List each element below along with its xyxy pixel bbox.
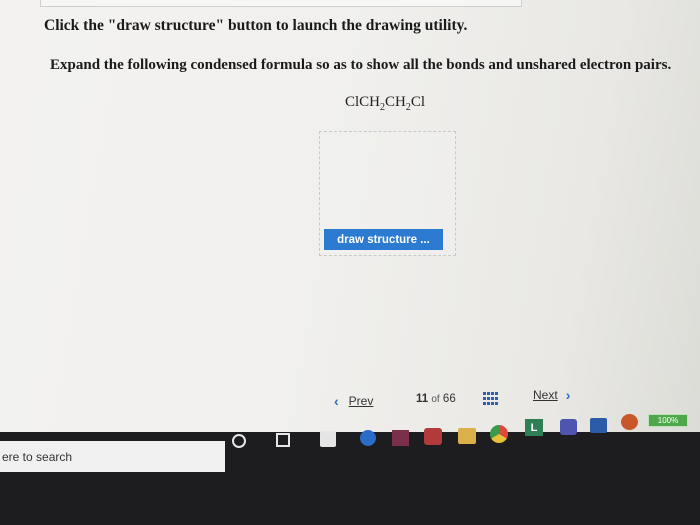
orange-app-icon[interactable] [621,414,638,430]
taskbar-search[interactable]: ere to search [0,441,225,472]
word-icon[interactable] [590,418,607,433]
next-link[interactable]: Next › [533,387,570,403]
cortana-icon[interactable] [232,434,246,448]
prev-label: Prev [348,394,374,408]
mail-icon[interactable] [424,428,442,445]
browser-content: Click the "draw structure" button to lau… [0,0,700,432]
question-counter: 11 of 66 [416,393,456,405]
question-grid-icon[interactable] [483,392,499,406]
battery-indicator[interactable]: 100% [648,414,688,427]
chrome-icon[interactable] [490,425,508,443]
of-label: of [431,394,440,405]
current-question: 11 [416,393,429,405]
task-view-icon[interactable] [276,433,290,447]
instruction-text: Click the "draw structure" button to lau… [44,17,468,34]
plug-icon: ⚡ [688,414,696,425]
draw-structure-button[interactable]: draw structure ... [324,229,443,250]
top-frame [40,0,522,7]
chevron-right-icon: › [565,387,571,403]
chevron-left-icon: ‹ [334,393,339,409]
purple-app-icon[interactable] [392,430,409,446]
teams-icon[interactable] [560,419,577,435]
question-prompt: Expand the following condensed formula s… [50,57,672,73]
blue-app-icon[interactable] [360,430,376,446]
battery-label: 100% [657,416,679,425]
search-placeholder: ere to search [2,449,73,464]
condensed-formula: ClCH2CH2Cl [345,94,426,113]
file-explorer-icon[interactable] [458,428,476,444]
l-app-icon[interactable]: L [525,419,543,436]
total-questions: 66 [442,393,456,405]
store-icon[interactable] [320,431,336,447]
prev-link[interactable]: ‹ Prev [334,393,373,409]
next-label: Next [533,388,558,402]
